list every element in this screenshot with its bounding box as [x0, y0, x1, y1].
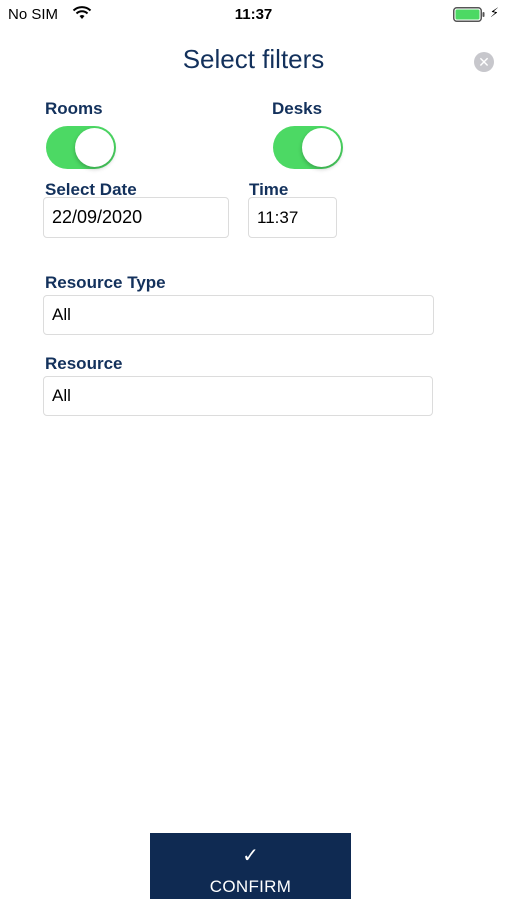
filter-screen: No SIM 11:37 ⚡ Select filters ✕ Rooms De…	[0, 0, 507, 900]
date-field[interactable]: 22/09/2020	[43, 197, 229, 238]
desks-toggle[interactable]	[273, 126, 343, 169]
resource-type-select[interactable]: All	[43, 295, 434, 335]
rooms-toggle[interactable]	[46, 126, 116, 169]
resource-label: Resource	[45, 354, 123, 373]
checkmark-icon: ✓	[242, 845, 259, 867]
rooms-label: Rooms	[45, 99, 103, 118]
confirm-button[interactable]: ✓ CONFIRM	[150, 833, 351, 899]
status-bar: No SIM 11:37 ⚡	[0, 0, 507, 30]
page-title: Select filters	[182, 44, 325, 74]
charging-icon: ⚡	[489, 5, 499, 20]
desks-label: Desks	[272, 99, 323, 118]
battery-icon	[453, 7, 485, 22]
resource-select[interactable]: All	[43, 376, 433, 416]
toggle-knob	[75, 128, 114, 167]
confirm-label: CONFIRM	[209, 877, 292, 896]
status-time: 11:37	[234, 6, 273, 23]
resource-type-label: Resource Type	[45, 273, 166, 292]
close-icon[interactable]: ✕	[474, 52, 494, 72]
toggle-knob	[302, 128, 341, 167]
time-field[interactable]: 11:37	[248, 197, 337, 238]
